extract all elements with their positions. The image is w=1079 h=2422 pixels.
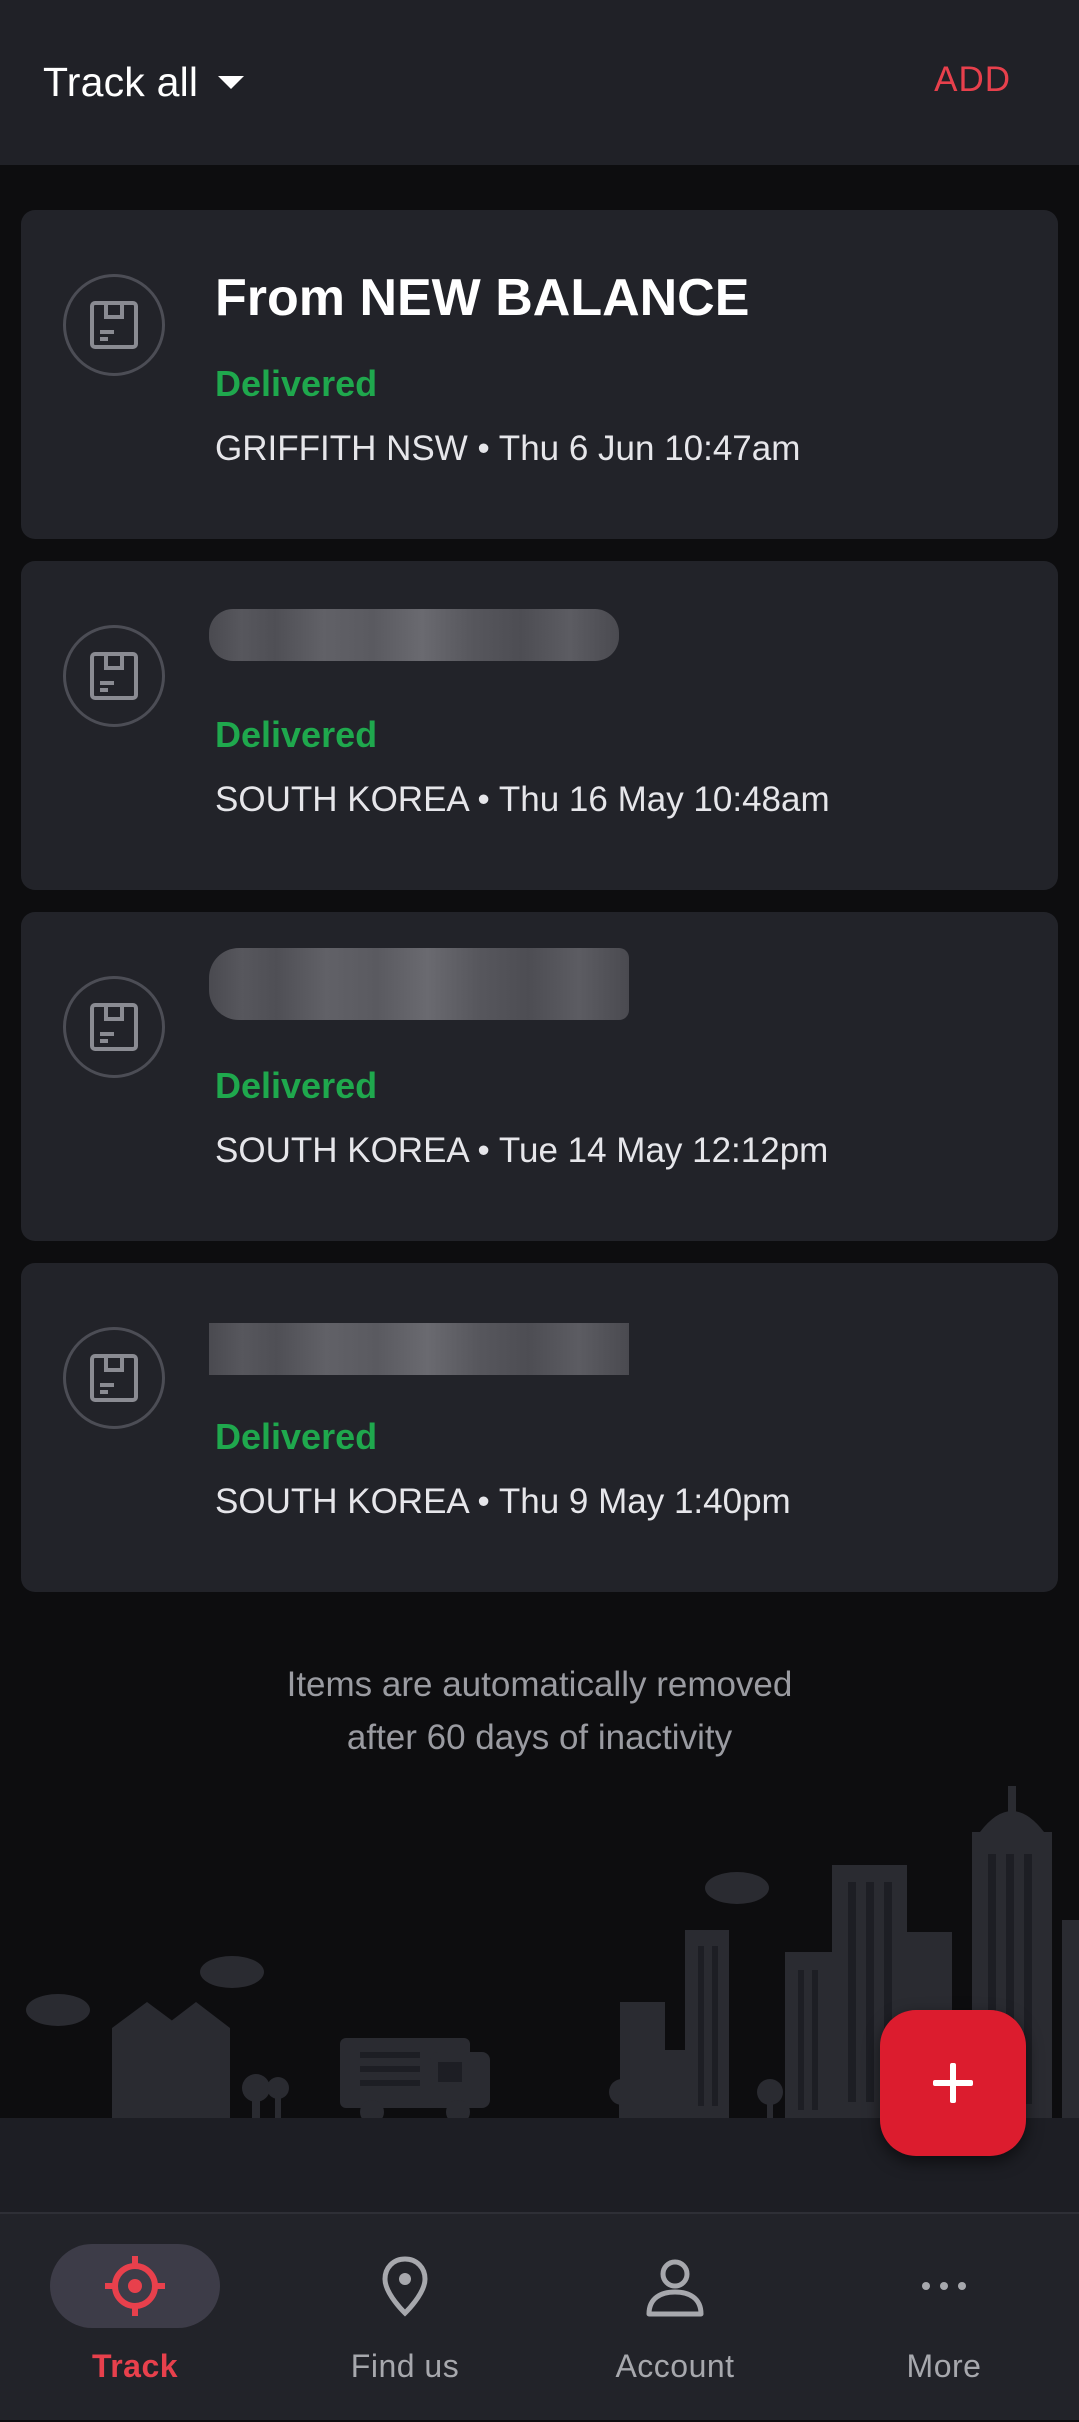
- add-item-fab[interactable]: [880, 2010, 1026, 2156]
- item-status: Delivered: [215, 714, 378, 755]
- bottom-navigation: Track Find us Account More: [0, 2212, 1079, 2420]
- item-title: From NEW BALANCE: [215, 269, 750, 327]
- nav-item-more[interactable]: More: [809, 2214, 1079, 2422]
- item-location-time: SOUTH KOREA • Thu 9 May 1:40pm: [215, 1482, 791, 1521]
- item-status: Delivered: [215, 363, 378, 404]
- notice-line-2: after 60 days of inactivity: [346, 1718, 733, 1757]
- add-button[interactable]: ADD: [934, 60, 1011, 100]
- tracking-item-card[interactable]: From NEW BALANCE Delivered GRIFFITH NSW …: [21, 210, 1058, 539]
- nav-label-track: Track: [91, 2348, 179, 2384]
- item-location-time: SOUTH KOREA • Thu 16 May 10:48am: [215, 780, 830, 819]
- item-status: Delivered: [215, 1065, 378, 1106]
- location-pin-icon: [382, 2256, 428, 2317]
- person-icon: [646, 2259, 704, 2317]
- redacted-title: [209, 948, 629, 1020]
- more-dots-icon: [922, 2282, 966, 2290]
- package-icon: [63, 1327, 165, 1429]
- tracking-item-card[interactable]: Delivered SOUTH KOREA • Thu 9 May 1:40pm: [21, 1263, 1058, 1592]
- tracking-item-card[interactable]: Delivered SOUTH KOREA • Tue 14 May 12:12…: [21, 912, 1058, 1241]
- caret-down-icon: [218, 75, 245, 89]
- plus-icon: [933, 2063, 973, 2103]
- item-location-time: GRIFFITH NSW • Thu 6 Jun 10:47am: [215, 429, 801, 468]
- track-filter-label: Track all: [43, 58, 199, 105]
- nav-item-account[interactable]: Account: [540, 2214, 810, 2422]
- notice-line-1: Items are automatically removed: [286, 1665, 793, 1704]
- package-icon: [63, 274, 165, 376]
- nav-item-track[interactable]: Track: [0, 2214, 270, 2422]
- nav-item-find-us[interactable]: Find us: [270, 2214, 540, 2422]
- tracking-item-card[interactable]: Delivered SOUTH KOREA • Thu 16 May 10:48…: [21, 561, 1058, 890]
- package-icon: [63, 976, 165, 1078]
- nav-label-find-us: Find us: [350, 2348, 460, 2384]
- package-icon: [63, 625, 165, 727]
- nav-label-account: Account: [615, 2348, 735, 2384]
- redacted-title: [209, 609, 619, 661]
- track-filter-dropdown[interactable]: Track all: [43, 52, 245, 112]
- nav-label-more: More: [906, 2348, 982, 2384]
- item-status: Delivered: [215, 1416, 378, 1457]
- redacted-title: [209, 1323, 629, 1375]
- target-icon: [105, 2256, 165, 2316]
- app-header: Track all ADD: [0, 0, 1079, 165]
- auto-remove-notice: Items are automatically removed after 60…: [0, 1658, 1079, 1764]
- item-location-time: SOUTH KOREA • Tue 14 May 12:12pm: [215, 1131, 829, 1170]
